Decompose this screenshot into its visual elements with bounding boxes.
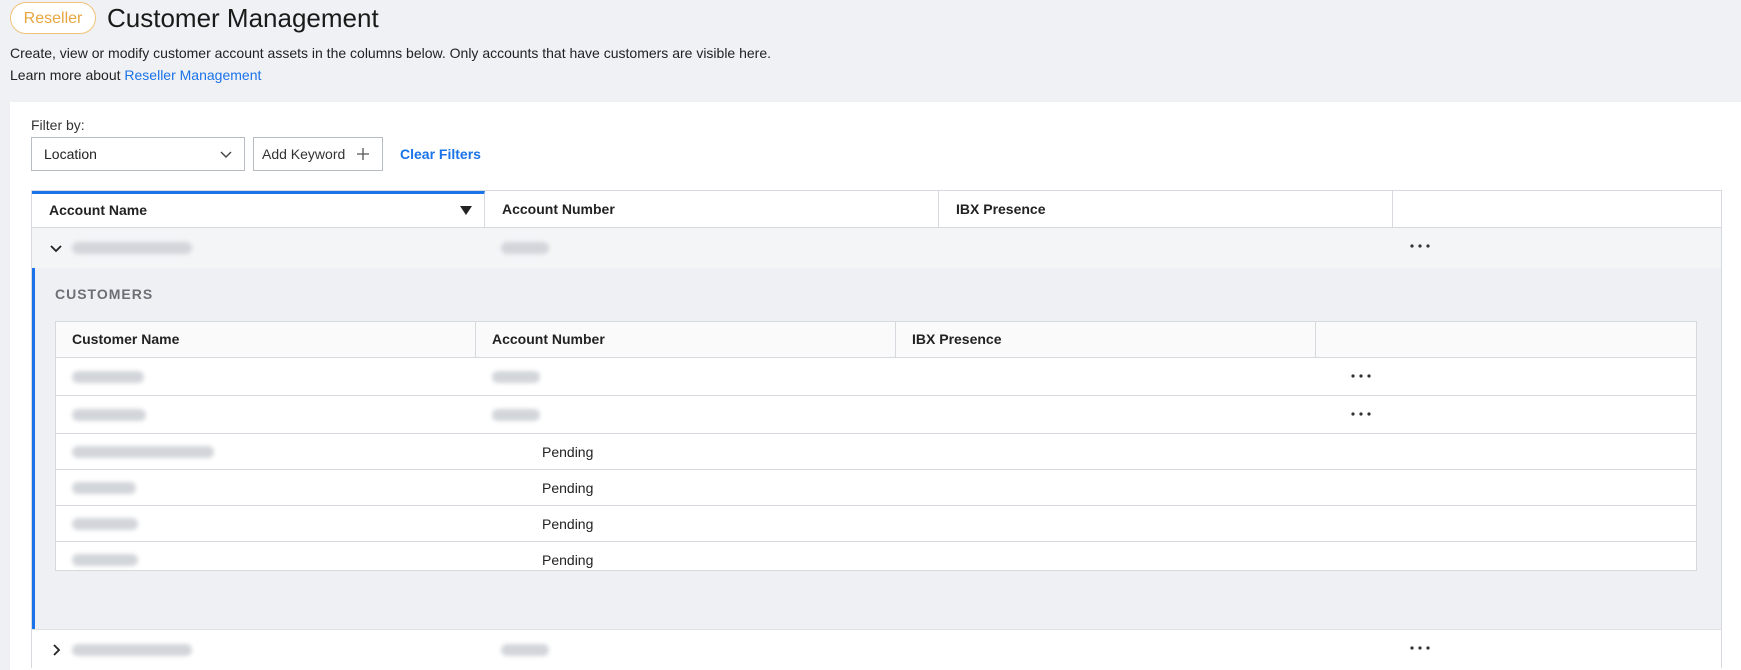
redacted-account-number bbox=[501, 644, 549, 656]
customers-section: CUSTOMERS Customer Name Account Number I… bbox=[32, 268, 1721, 629]
account-number-status: Pending bbox=[542, 480, 594, 496]
redacted-customer-name bbox=[72, 482, 136, 494]
account-number-status: Pending bbox=[542, 552, 594, 568]
content-panel: Filter by: Location Add Keyword Clear Fi… bbox=[10, 102, 1741, 670]
column-header-ibx-presence[interactable]: IBX Presence bbox=[896, 322, 1316, 357]
sort-desc-icon[interactable] bbox=[460, 206, 472, 216]
reseller-badge: Reseller bbox=[10, 2, 96, 34]
account-number-status: Pending bbox=[542, 444, 594, 460]
redacted-account-name bbox=[72, 242, 192, 254]
redacted-account-number bbox=[492, 409, 540, 421]
location-select[interactable]: Location bbox=[31, 137, 245, 171]
more-options-icon[interactable] bbox=[1409, 645, 1431, 651]
page-header: Reseller Customer Management Create, vie… bbox=[0, 0, 1741, 102]
column-header-account-number[interactable]: Account Number bbox=[485, 191, 939, 227]
add-keyword-button[interactable]: Add Keyword bbox=[253, 137, 383, 171]
redacted-customer-name bbox=[72, 518, 138, 530]
customer-row[interactable] bbox=[56, 395, 1696, 433]
customer-row[interactable] bbox=[56, 357, 1696, 395]
accounts-table: Account Name Account Number IBX Presence… bbox=[31, 190, 1722, 669]
column-header-actions bbox=[1393, 191, 1721, 227]
column-header-account-name[interactable]: Account Name bbox=[32, 191, 485, 227]
reseller-management-link[interactable]: Reseller Management bbox=[124, 67, 261, 83]
redacted-customer-name bbox=[72, 446, 214, 458]
column-label: Account Number bbox=[492, 331, 605, 347]
plus-icon bbox=[357, 148, 369, 160]
more-options-icon[interactable] bbox=[1350, 373, 1372, 379]
redacted-customer-name bbox=[72, 371, 144, 383]
account-row-collapsed[interactable] bbox=[32, 629, 1721, 669]
chevron-down-icon[interactable] bbox=[49, 241, 63, 255]
accounts-table-header: Account Name Account Number IBX Presence bbox=[32, 191, 1721, 228]
redacted-account-name bbox=[72, 644, 192, 656]
clear-filters-link[interactable]: Clear Filters bbox=[400, 146, 481, 162]
column-label: Customer Name bbox=[72, 331, 180, 347]
column-label: IBX Presence bbox=[912, 331, 1002, 347]
more-options-icon[interactable] bbox=[1350, 411, 1372, 417]
column-header-customer-name[interactable]: Customer Name bbox=[56, 322, 476, 357]
redacted-customer-name bbox=[72, 409, 146, 421]
filter-label: Filter by: bbox=[31, 117, 85, 133]
page-description: Create, view or modify customer account … bbox=[10, 42, 771, 86]
account-number-status: Pending bbox=[542, 516, 594, 532]
column-label: Account Number bbox=[502, 201, 615, 217]
customer-row[interactable]: Pending bbox=[56, 469, 1696, 505]
customer-row[interactable]: Pending bbox=[56, 505, 1696, 541]
redacted-customer-name bbox=[72, 554, 138, 566]
column-header-ibx-presence[interactable]: IBX Presence bbox=[939, 191, 1393, 227]
chevron-right-icon[interactable] bbox=[49, 643, 63, 657]
learn-more-prefix: Learn more about bbox=[10, 67, 125, 83]
customer-row[interactable]: Pending bbox=[56, 541, 1696, 570]
more-options-icon[interactable] bbox=[1409, 243, 1431, 249]
add-keyword-label: Add Keyword bbox=[262, 146, 346, 162]
customer-row[interactable]: Pending bbox=[56, 433, 1696, 469]
customers-title: CUSTOMERS bbox=[55, 286, 154, 302]
page-title: Customer Management bbox=[107, 3, 379, 33]
account-row-expanded[interactable] bbox=[32, 228, 1721, 268]
location-select-value: Location bbox=[44, 146, 97, 162]
redacted-account-number bbox=[501, 242, 549, 254]
redacted-account-number bbox=[492, 371, 540, 383]
customers-table: Customer Name Account Number IBX Presenc… bbox=[55, 321, 1697, 571]
description-text: Create, view or modify customer account … bbox=[10, 45, 772, 61]
column-label: IBX Presence bbox=[956, 201, 1046, 217]
chevron-down-icon bbox=[220, 151, 232, 158]
learn-more-line: Learn more about Reseller Management bbox=[10, 64, 771, 86]
column-header-actions bbox=[1316, 322, 1696, 357]
column-label: Account Name bbox=[49, 202, 148, 218]
column-header-account-number[interactable]: Account Number bbox=[476, 322, 896, 357]
